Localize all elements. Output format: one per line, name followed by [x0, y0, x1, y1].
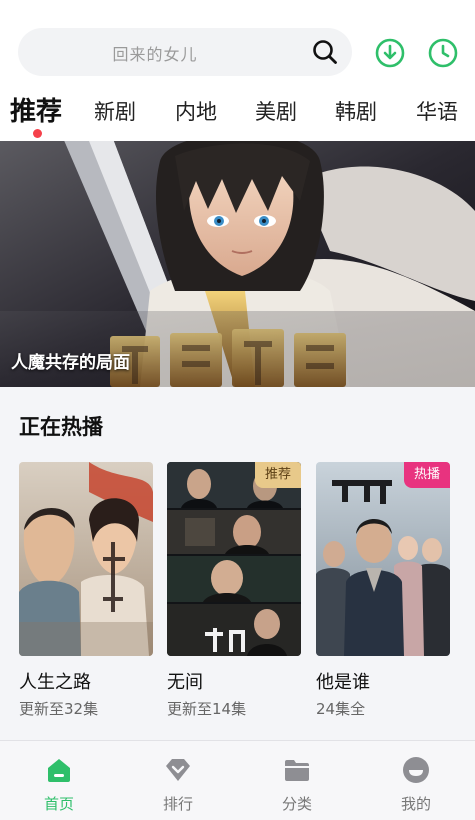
nav-home-label: 首页: [43, 795, 74, 813]
category-tabs: 推荐 新剧 内地 美剧 韩剧 华语: [0, 88, 475, 138]
section-title: 正在热播: [19, 415, 103, 439]
banner-caption: 人魔共存的局面: [11, 353, 130, 373]
tab-k-drama[interactable]: 韩剧: [335, 96, 377, 126]
tab-us-drama[interactable]: 美剧: [255, 96, 297, 126]
recommend-badge: 推荐: [254, 462, 301, 488]
search-placeholder: 回来的女儿: [112, 45, 198, 64]
active-tab-indicator: [33, 129, 42, 138]
show-poster[interactable]: 热播: [316, 462, 450, 656]
profile-icon: [403, 757, 429, 783]
nav-profile-label: 我的: [400, 795, 431, 813]
nav-ranking[interactable]: 排行: [119, 741, 237, 820]
tab-new[interactable]: 新剧: [94, 96, 136, 126]
tab-recommend[interactable]: 推荐: [10, 91, 62, 128]
show-episode-status: 更新至32集: [19, 700, 99, 718]
nav-category-label: 分类: [281, 795, 312, 813]
search-icon[interactable]: [312, 39, 338, 65]
tab-mainland[interactable]: 内地: [175, 96, 217, 126]
download-icon[interactable]: [375, 38, 405, 68]
nav-category[interactable]: 分类: [238, 741, 356, 820]
now-playing-section: 正在热播 人生之路 更新至32集 推荐 无间 更新至14集 热播 他是谁 24集…: [0, 387, 475, 740]
history-icon[interactable]: [428, 38, 458, 68]
show-title[interactable]: 无间: [167, 668, 203, 694]
show-poster[interactable]: [19, 462, 153, 656]
show-episode-status: 24集全: [316, 700, 366, 718]
show-title[interactable]: 人生之路: [19, 668, 91, 694]
nav-home[interactable]: 首页: [0, 741, 118, 820]
tab-chinese[interactable]: 华语: [416, 96, 458, 126]
show-poster[interactable]: 推荐: [167, 462, 301, 656]
show-episode-status: 更新至14集: [167, 700, 247, 718]
home-icon: [48, 759, 70, 782]
show-title[interactable]: 他是谁: [316, 668, 370, 694]
hero-banner[interactable]: 人魔共存的局面: [0, 141, 475, 387]
nav-ranking-label: 排行: [162, 795, 193, 813]
search-input[interactable]: 回来的女儿: [18, 28, 352, 76]
bottom-navigation: 首页 排行 分类 我的: [0, 740, 475, 820]
hot-badge: 热播: [403, 462, 450, 488]
top-bar: 回来的女儿 推荐 新剧 内地 美剧 韩剧 华语: [0, 0, 475, 140]
ranking-icon: [166, 759, 190, 781]
folder-icon: [285, 760, 309, 781]
nav-profile[interactable]: 我的: [357, 741, 475, 820]
